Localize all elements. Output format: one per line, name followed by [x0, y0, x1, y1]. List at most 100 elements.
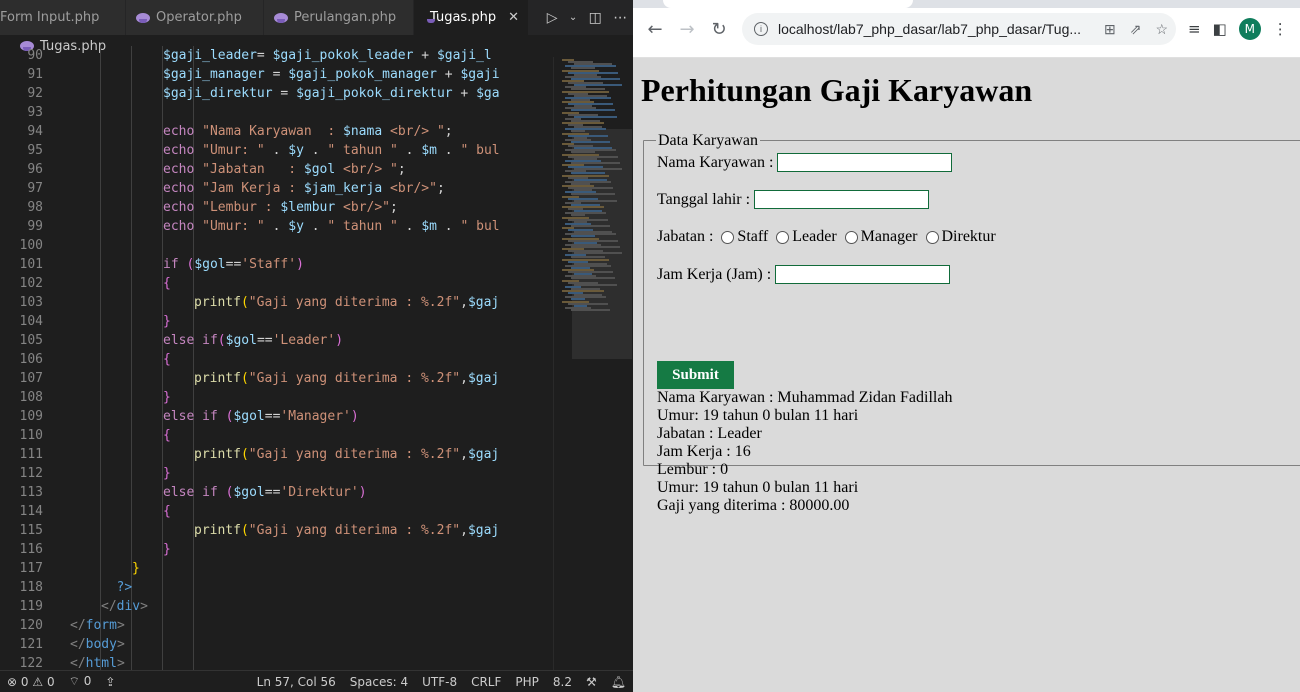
position-label: Jabatan : — [657, 228, 714, 245]
antenna-icon: ⌔ — [68, 674, 80, 688]
code-line[interactable]: 100 — [0, 236, 553, 255]
translate-icon[interactable]: ⊞ — [1104, 21, 1116, 38]
avatar[interactable]: M — [1238, 18, 1261, 40]
code-text: printf("Gaji yang diterima : %.2f",$gaj — [194, 447, 500, 462]
tab-perulangan[interactable]: Perulangan.php — [264, 0, 414, 35]
live-share-icon[interactable]: ⇪ — [98, 675, 122, 689]
code-text: </div> — [101, 599, 148, 614]
line-ending[interactable]: CRLF — [464, 675, 508, 689]
line-number: 121 — [19, 637, 43, 652]
chevron-down-icon[interactable]: ⌄ — [569, 12, 577, 23]
menu-kebab-icon[interactable]: ⋮ — [1273, 20, 1288, 38]
code-line[interactable]: 102 { — [0, 274, 553, 293]
code-line[interactable]: 121 </body> — [0, 635, 553, 654]
code-line[interactable]: 106 { — [0, 350, 553, 369]
code-line[interactable]: 115 printf("Gaji yang diterima : %.2f",$g… — [0, 521, 553, 540]
code-line[interactable]: 113 else if ($gol=='Direktur') — [0, 483, 553, 502]
status-bar: ⊗ 0 ⚠ 0 ⌔ 0 ⇪ Ln 57, Col 56 Spaces: 4 UT… — [0, 670, 633, 692]
vscode-window: Form Input.php Operator.php Perulangan.p… — [0, 0, 633, 692]
encoding[interactable]: UTF-8 — [415, 675, 464, 689]
close-icon[interactable]: ✕ — [508, 10, 519, 25]
navigation-bar: ← → ↻ i localhost/lab7_php_dasar/lab7_ph… — [633, 8, 1300, 50]
code-line[interactable]: 93 — [0, 103, 553, 122]
code-line[interactable]: 91 $gaji_manager = $gaji_pokok_manager + … — [0, 65, 553, 84]
code-line[interactable]: 107 printf("Gaji yang diterima : %.2f",$g… — [0, 369, 553, 388]
tab-operator[interactable]: Operator.php — [126, 0, 264, 35]
code-line[interactable]: 116} — [0, 540, 553, 559]
code-line[interactable]: 119 </div> — [0, 597, 553, 616]
back-arrow-icon[interactable]: ← — [639, 13, 671, 45]
cursor-position[interactable]: Ln 57, Col 56 — [250, 675, 343, 689]
bell-icon[interactable]: 🔔︎ — [604, 675, 633, 689]
minimap-line — [571, 308, 610, 311]
php-version[interactable]: 8.2 — [546, 675, 579, 689]
side-panel-icon[interactable]: ◧ — [1213, 20, 1227, 38]
ports-indicator[interactable]: ⌔ 0 — [62, 674, 99, 689]
reload-icon[interactable]: ↻ — [703, 13, 735, 45]
line-number: 117 — [19, 561, 43, 576]
line-number: 93 — [27, 105, 43, 120]
tab-tugas[interactable]: Tugas.php ✕ — [414, 0, 529, 35]
name-row: Nama Karyawan : — [657, 153, 953, 172]
minimap[interactable] — [553, 57, 633, 670]
code-line[interactable]: 99 echo "Umur: " . $y . " tahun " . $m . … — [0, 217, 553, 236]
php-file-icon — [136, 12, 150, 23]
radio-leader[interactable] — [776, 230, 790, 244]
code-line[interactable]: 98 echo "Lembur : $lembur <br/>"; — [0, 198, 553, 217]
code-line[interactable]: 95 echo "Umur: " . $y . " tahun " . $m . … — [0, 141, 553, 160]
radio-staff[interactable] — [721, 230, 735, 244]
more-actions-icon[interactable]: ⋯ — [613, 10, 627, 26]
code-line[interactable]: 118 ?> — [0, 578, 553, 597]
code-text: echo "Umur: " . $y . " tahun " . $m . " … — [163, 219, 500, 234]
line-number: 100 — [19, 238, 43, 253]
code-line[interactable]: 94 echo "Nama Karyawan : $nama <br/> "; — [0, 122, 553, 141]
line-number: 99 — [27, 219, 43, 234]
bookmark-star-icon[interactable]: ☆ — [1155, 21, 1168, 38]
code-line[interactable]: 110 { — [0, 426, 553, 445]
forward-arrow-icon[interactable]: → — [671, 13, 703, 45]
radio-direktur[interactable] — [925, 230, 939, 244]
code-text: echo "Nama Karyawan : $nama <br/> "; — [163, 124, 453, 139]
problems-indicator[interactable]: ⊗ 0 ⚠ 0 — [0, 675, 62, 689]
indentation[interactable]: Spaces: 4 — [343, 675, 415, 689]
address-bar[interactable]: i localhost/lab7_php_dasar/lab7_php_dasa… — [742, 13, 1176, 45]
code-line[interactable]: 111 printf("Gaji yang diterima : %.2f",$g… — [0, 445, 553, 464]
dob-input[interactable] — [754, 190, 930, 209]
code-line[interactable]: 120 </form> — [0, 616, 553, 635]
minimap-line — [571, 224, 610, 227]
name-input[interactable] — [777, 153, 953, 172]
code-line[interactable]: 101 if ($gol=='Staff') — [0, 255, 553, 274]
code-line[interactable]: 96 echo "Jabatan : $gol <br/> "; — [0, 160, 553, 179]
submit-button[interactable]: Submit — [657, 361, 734, 389]
tools-icon[interactable]: ⚒ — [579, 675, 604, 689]
code-line[interactable]: 108} — [0, 388, 553, 407]
line-number: 101 — [19, 257, 43, 272]
tab-form-input[interactable]: Form Input.php — [0, 0, 126, 35]
code-line[interactable]: 104} — [0, 312, 553, 331]
code-line[interactable]: 97 echo "Jam Kerja : $jam_kerja <br/>"; — [0, 179, 553, 198]
code-line[interactable]: 112} — [0, 464, 553, 483]
code-line[interactable]: 117} — [0, 559, 553, 578]
browser-tab[interactable] — [663, 0, 913, 8]
language-mode[interactable]: PHP — [508, 675, 546, 689]
code-line[interactable]: 114 { — [0, 502, 553, 521]
media-control-icon[interactable]: ≡ — [1188, 20, 1201, 38]
run-icon[interactable]: ▷ — [547, 10, 558, 26]
radio-manager[interactable] — [844, 230, 858, 244]
code-line[interactable]: 122 </html> — [0, 654, 553, 670]
code-line[interactable]: 92 $gaji_direktur = $gaji_pokok_direktur … — [0, 84, 553, 103]
code-line[interactable]: 103 printf("Gaji yang diterima : %.2f",$g… — [0, 293, 553, 312]
code-line[interactable]: 105 else if($gol=='Leader') — [0, 331, 553, 350]
hours-input[interactable] — [775, 265, 951, 284]
line-number: 112 — [19, 466, 43, 481]
split-editor-icon[interactable]: ◫ — [589, 10, 602, 26]
code-text: printf("Gaji yang diterima : %.2f",$gaj — [194, 295, 500, 310]
site-info-icon[interactable]: i — [754, 22, 768, 36]
name-label: Nama Karyawan : — [657, 153, 774, 171]
share-icon[interactable]: ⇗ — [1130, 21, 1142, 38]
code-editor[interactable]: 90 $gaji_leader= $gaji_pokok_leader + $ga… — [0, 46, 553, 670]
output-line: Jabatan : Leader — [657, 425, 762, 442]
tab-label: Form Input.php — [0, 10, 100, 25]
code-line[interactable]: 90 $gaji_leader= $gaji_pokok_leader + $ga… — [0, 46, 553, 65]
code-line[interactable]: 109 else if ($gol=='Manager') — [0, 407, 553, 426]
